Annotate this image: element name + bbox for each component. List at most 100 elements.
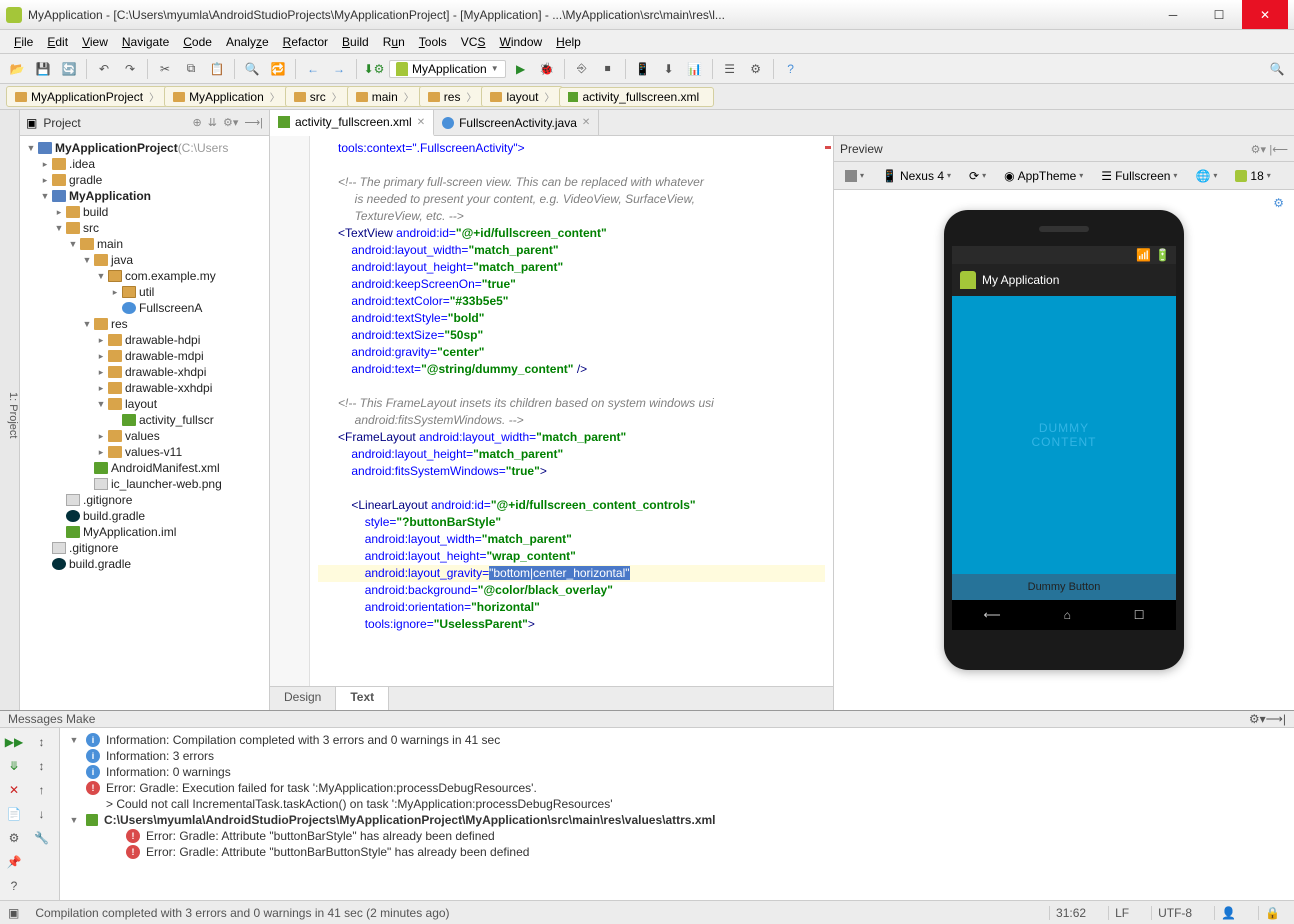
cut-icon[interactable]: ✂ [154, 58, 176, 80]
lock-icon[interactable]: 🔒 [1258, 906, 1286, 920]
tree-node[interactable]: ▸drawable-xhdpi [20, 364, 269, 380]
editor-tab[interactable]: FullscreenActivity.java✕ [434, 110, 599, 135]
theme-selector[interactable]: ◉AppTheme▾ [999, 166, 1088, 186]
gear-icon[interactable]: ⚙▾ [1251, 144, 1266, 156]
tree-node[interactable]: ▼src [20, 220, 269, 236]
tree-node[interactable]: ▸gradle [20, 172, 269, 188]
back-icon[interactable]: ⟵ [983, 608, 1000, 622]
pin-icon[interactable]: 📌 [4, 852, 24, 872]
editor-tab[interactable]: activity_fullscreen.xml✕ [270, 110, 434, 136]
forward-icon[interactable]: → [328, 58, 350, 80]
project-tree[interactable]: ▼MyApplicationProject (C:\Users▸.idea▸gr… [20, 136, 269, 710]
orientation-icon[interactable]: ⟳▾ [964, 166, 991, 186]
undo-icon[interactable]: ↶ [93, 58, 115, 80]
tree-node[interactable]: .gitignore [20, 540, 269, 556]
tree-node[interactable]: FullscreenA [20, 300, 269, 316]
scroll-to-icon[interactable]: ⊕ [193, 116, 202, 129]
sdk-icon[interactable]: ⬇ [658, 58, 680, 80]
message-row[interactable]: iInformation: 3 errors [68, 748, 1286, 764]
search-everywhere-icon[interactable]: 🔍 [1266, 58, 1288, 80]
tree-node[interactable]: ▼main [20, 236, 269, 252]
tree-node[interactable]: ▼MyApplicationProject (C:\Users [20, 140, 269, 156]
avd-icon[interactable]: 📱 [632, 58, 654, 80]
activity-selector[interactable]: ☰Fullscreen▾ [1096, 166, 1182, 186]
attach-icon[interactable]: ⎆ [571, 58, 593, 80]
tree-node[interactable]: ▼com.example.my [20, 268, 269, 284]
gear-icon[interactable]: ⚙▾ [223, 116, 238, 129]
file-encoding[interactable]: UTF-8 [1151, 906, 1198, 920]
home-icon[interactable]: ⌂ [1064, 608, 1071, 622]
redo-icon[interactable]: ↷ [119, 58, 141, 80]
menu-vcs[interactable]: VCS [455, 33, 492, 51]
tree-twisty-icon[interactable]: ▼ [80, 319, 94, 329]
device-selector[interactable]: 📱Nexus 4▾ [877, 166, 956, 186]
api-selector[interactable]: 18▾ [1230, 166, 1275, 186]
breadcrumb-item[interactable]: activity_fullscreen.xml [559, 87, 714, 107]
tree-twisty-icon[interactable]: ▼ [80, 255, 94, 265]
collapse-icon[interactable]: ↕ [32, 756, 52, 776]
open-icon[interactable]: 📂 [6, 58, 28, 80]
message-row[interactable]: > Could not call IncrementalTask.taskAct… [68, 796, 1286, 812]
breadcrumb-item[interactable]: res [419, 86, 486, 107]
code-editor[interactable]: tools:context=".FullscreenActivity"> <!-… [270, 136, 833, 686]
tree-node[interactable]: ▼MyApplication [20, 188, 269, 204]
message-row[interactable]: ▼iInformation: Compilation completed wit… [68, 732, 1286, 748]
find-icon[interactable]: 🔍 [241, 58, 263, 80]
tree-twisty-icon[interactable]: ▸ [52, 207, 66, 218]
tree-twisty-icon[interactable]: ▼ [94, 399, 108, 409]
tree-twisty-icon[interactable]: ▼ [38, 191, 52, 201]
tree-node[interactable]: ▸values-v11 [20, 444, 269, 460]
breadcrumb-item[interactable]: MyApplicationProject [6, 86, 168, 107]
structure-icon[interactable]: ☰ [719, 58, 741, 80]
line-separator[interactable]: LF [1108, 906, 1135, 920]
tree-twisty-icon[interactable]: ▸ [94, 351, 108, 362]
collapse-icon[interactable]: ⇊ [208, 116, 217, 129]
project-view-icon[interactable]: ▣ [26, 116, 37, 130]
tree-node[interactable]: ▸drawable-mdpi [20, 348, 269, 364]
menu-analyze[interactable]: Analyze [220, 33, 275, 51]
menu-code[interactable]: Code [177, 33, 218, 51]
tree-twisty-icon[interactable]: ▼ [24, 143, 38, 153]
tree-node[interactable]: AndroidManifest.xml [20, 460, 269, 476]
monitor-icon[interactable]: 📊 [684, 58, 706, 80]
save-icon[interactable]: 💾 [32, 58, 54, 80]
next-icon[interactable]: ↓ [32, 804, 52, 824]
autoscroll-icon[interactable]: ⤋ [4, 756, 24, 776]
menu-help[interactable]: Help [550, 33, 587, 51]
wrench-icon[interactable]: 🔧 [32, 828, 52, 848]
help-icon[interactable]: ? [4, 876, 24, 896]
maximize-button[interactable]: ☐ [1196, 0, 1242, 29]
tree-node[interactable]: .gitignore [20, 492, 269, 508]
breadcrumb-item[interactable]: MyApplication [164, 86, 289, 107]
message-row[interactable]: !Error: Gradle: Attribute "buttonBarStyl… [68, 828, 1286, 844]
messages-list[interactable]: ▼iInformation: Compilation completed wit… [60, 728, 1294, 900]
back-icon[interactable]: ← [302, 58, 324, 80]
message-row[interactable]: !Error: Gradle: Execution failed for tas… [68, 780, 1286, 796]
message-row[interactable]: ▼C:\Users\myumla\AndroidStudioProjects\M… [68, 812, 1286, 828]
tree-twisty-icon[interactable]: ▸ [38, 175, 52, 186]
locale-icon[interactable]: 🌐▾ [1190, 166, 1222, 186]
stop-icon[interactable]: ⏹ [597, 58, 619, 80]
message-row[interactable]: !Error: Gradle: Attribute "buttonBarButt… [68, 844, 1286, 860]
message-row[interactable]: iInformation: 0 warnings [68, 764, 1286, 780]
menu-edit[interactable]: Edit [41, 33, 74, 51]
gear-icon[interactable]: ⚙▾ [1249, 712, 1266, 726]
tree-node[interactable]: ▸build [20, 204, 269, 220]
tree-twisty-icon[interactable]: ▸ [94, 431, 108, 442]
menu-navigate[interactable]: Navigate [116, 33, 175, 51]
replace-icon[interactable]: 🔁 [267, 58, 289, 80]
run-config-selector[interactable]: MyApplication ▼ [389, 60, 506, 78]
tree-twisty-icon[interactable]: ▸ [38, 159, 52, 170]
menu-build[interactable]: Build [336, 33, 375, 51]
project-tool-tab[interactable]: 1: Project [0, 110, 20, 710]
zoom-icon[interactable]: ⚙ [1273, 196, 1284, 210]
debug-icon[interactable]: 🐞 [536, 58, 558, 80]
menu-tools[interactable]: Tools [413, 33, 453, 51]
breadcrumb-item[interactable]: src [285, 86, 351, 107]
tree-node[interactable]: ▸values [20, 428, 269, 444]
tree-twisty-icon[interactable]: ▸ [94, 447, 108, 458]
breadcrumb-item[interactable]: main [347, 86, 423, 107]
tree-node[interactable]: ic_launcher-web.png [20, 476, 269, 492]
tree-node[interactable]: ▸.idea [20, 156, 269, 172]
hide-icon[interactable]: |⟵ [1269, 144, 1288, 156]
